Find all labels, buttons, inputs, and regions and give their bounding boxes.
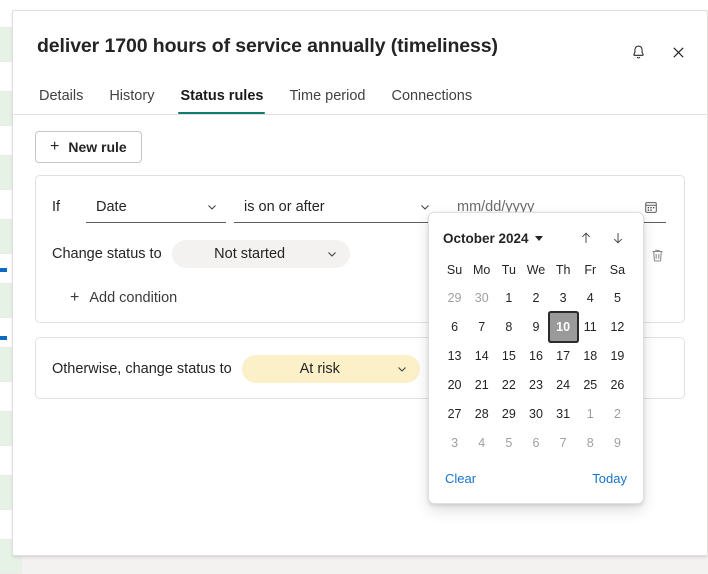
calendar-day[interactable]: 2 [604,400,631,428]
calendar-day[interactable]: 30 [522,400,549,428]
calendar-weekday-tu: Tu [495,257,522,283]
calendar-day[interactable]: 1 [495,284,522,312]
calendar-day[interactable]: 8 [495,313,522,341]
change-status-value: Not started [186,246,314,262]
calendar-day[interactable]: 29 [441,284,468,312]
calendar-month-year-button[interactable]: October 2024 [441,229,545,248]
calendar-nav [573,225,631,251]
calendar-weekday-mo: Mo [468,257,495,283]
chevron-down-icon [326,248,338,260]
calendar-day[interactable]: 29 [495,400,522,428]
plus-icon: + [70,290,79,306]
new-rule-label: New rule [68,139,126,155]
otherwise-status-value: At risk [256,361,384,377]
tab-details[interactable]: Details [37,88,85,114]
panel-header: deliver 1700 hours of service annually (… [13,11,707,59]
new-rule-button[interactable]: + New rule [35,131,142,163]
calendar-day-selected[interactable]: 10 [550,313,577,341]
calendar-day[interactable]: 2 [522,284,549,312]
condition-operator-value: is on or after [234,199,419,215]
calendar-footer: Clear Today [441,461,631,495]
calendar-day[interactable]: 9 [604,429,631,457]
calendar-day[interactable]: 7 [468,313,495,341]
calendar-day[interactable]: 11 [577,313,604,341]
calendar-day[interactable]: 31 [550,400,577,428]
chevron-down-icon [206,201,226,213]
otherwise-status-select[interactable]: At risk [242,355,420,383]
add-condition-label: Add condition [89,290,177,306]
calendar-weekday-su: Su [441,257,468,283]
date-picker-popup: October 2024 SuMoTuWeThFrSa2930123456789… [428,212,644,504]
calendar-day[interactable]: 12 [604,313,631,341]
caret-down-icon [535,236,543,241]
calendar-day[interactable]: 5 [495,429,522,457]
calendar-day[interactable]: 5 [604,284,631,312]
calendar-month-label: October 2024 [443,231,529,246]
arrow-down-icon[interactable] [605,225,631,251]
tab-bar: Details History Status rules Time period… [13,75,707,115]
if-label: If [52,199,86,215]
calendar-day[interactable]: 8 [577,429,604,457]
calendar-day[interactable]: 13 [441,342,468,370]
tab-status-rules[interactable]: Status rules [178,88,265,114]
calendar-day[interactable]: 27 [441,400,468,428]
calendar-icon[interactable] [644,200,666,214]
calendar-day[interactable]: 30 [468,284,495,312]
condition-operator-select[interactable]: is on or after [234,191,439,223]
calendar-day[interactable]: 24 [550,371,577,399]
trash-icon[interactable] [642,240,672,270]
calendar-day[interactable]: 9 [522,313,549,341]
calendar-clear-button[interactable]: Clear [443,467,478,490]
page-title: deliver 1700 hours of service annually (… [37,33,683,59]
calendar-day[interactable]: 7 [550,429,577,457]
arrow-up-icon[interactable] [573,225,599,251]
calendar-weekday-we: We [522,257,549,283]
calendar-day[interactable]: 28 [468,400,495,428]
calendar-day[interactable]: 26 [604,371,631,399]
calendar-day[interactable]: 19 [604,342,631,370]
plus-icon: + [50,139,59,155]
calendar-day[interactable]: 4 [577,284,604,312]
tab-history[interactable]: History [107,88,156,114]
calendar-grid: SuMoTuWeThFrSa29301234567891011121314151… [441,257,631,457]
calendar-day[interactable]: 16 [522,342,549,370]
calendar-day[interactable]: 1 [577,400,604,428]
calendar-day[interactable]: 23 [522,371,549,399]
calendar-day[interactable]: 14 [468,342,495,370]
calendar-day[interactable]: 20 [441,371,468,399]
calendar-day[interactable]: 15 [495,342,522,370]
tab-connections[interactable]: Connections [389,88,474,114]
add-condition-button[interactable]: + Add condition [66,286,181,310]
close-icon[interactable] [663,37,693,67]
chevron-down-icon [396,363,408,375]
calendar-day[interactable]: 22 [495,371,522,399]
calendar-today-button[interactable]: Today [590,467,629,490]
header-actions [623,37,693,67]
calendar-header: October 2024 [441,223,631,253]
calendar-weekday-sa: Sa [604,257,631,283]
condition-field-select[interactable]: Date [86,191,226,223]
calendar-day[interactable]: 21 [468,371,495,399]
calendar-day[interactable]: 3 [550,284,577,312]
chevron-down-icon [419,201,439,213]
calendar-day[interactable]: 25 [577,371,604,399]
calendar-day[interactable]: 4 [468,429,495,457]
calendar-day[interactable]: 3 [441,429,468,457]
condition-field-value: Date [86,199,206,215]
calendar-weekday-th: Th [550,257,577,283]
background-accent-marker [0,268,7,272]
change-status-select[interactable]: Not started [172,240,350,268]
background-accent-marker [0,336,7,340]
bell-icon[interactable] [623,37,653,67]
tab-time-period[interactable]: Time period [287,88,367,114]
change-status-label: Change status to [52,246,162,262]
calendar-day[interactable]: 6 [441,313,468,341]
calendar-day[interactable]: 6 [522,429,549,457]
calendar-day[interactable]: 17 [550,342,577,370]
otherwise-label: Otherwise, change status to [52,361,232,377]
calendar-weekday-fr: Fr [577,257,604,283]
calendar-day[interactable]: 18 [577,342,604,370]
